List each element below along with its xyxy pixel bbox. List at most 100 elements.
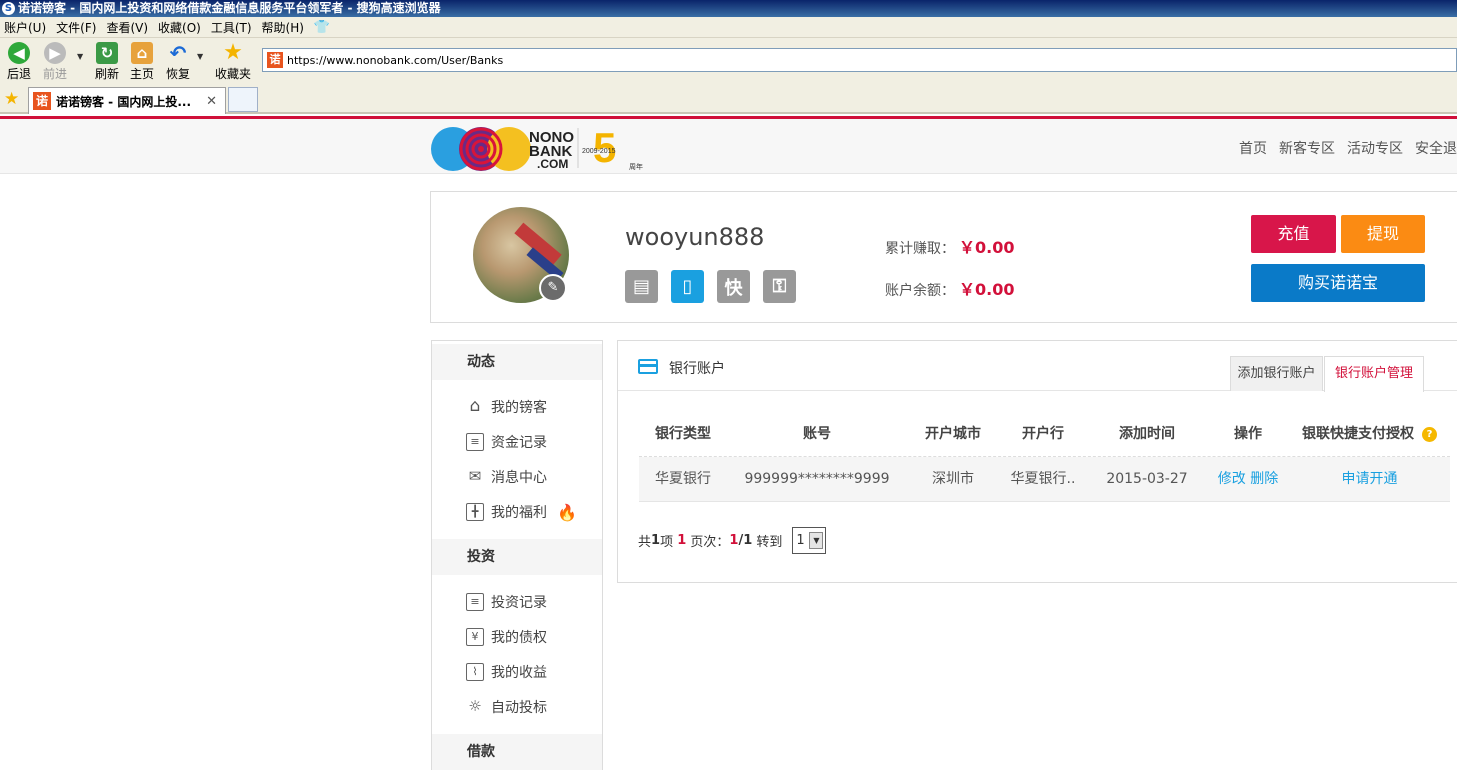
pager-total-pages: 1 (743, 533, 753, 548)
menu-view[interactable]: 查看(V) (106, 19, 148, 36)
yen-tag-icon: ¥ (466, 628, 484, 646)
bank-account-panel: 银行账户 添加银行账户 银行账户管理 银行类型 账号 开户城市 开户行 添加时间… (617, 340, 1457, 583)
home-button[interactable]: ⌂ 主页 (124, 42, 160, 82)
back-button[interactable]: ◀ 后退 (1, 42, 37, 82)
nav-new-users[interactable]: 新客专区 (1279, 138, 1335, 158)
col-unionpay-auth: 银联快捷支付授权? (1289, 421, 1450, 456)
col-account-number: 账号 (803, 426, 831, 442)
pager-current: 1 (677, 533, 687, 548)
sidebar-section-activity: 动态 (432, 344, 602, 380)
site-nav: 首页 新客专区 活动专区 安全退 (1239, 138, 1457, 158)
cell-bank: 华夏银行 (655, 471, 711, 487)
profile-card: ✎ wooyun888 ▤ ▯ 快 ⚿ 累计赚取： ￥0.00 账户余额： ￥0.0… (430, 191, 1457, 323)
buy-nonobao-button[interactable]: 购买诺诺宝 (1251, 264, 1425, 302)
panel-title: 银行账户 (669, 361, 725, 377)
anniversary-suffix: 周年 (629, 162, 643, 171)
undo-icon: ↶ (169, 41, 187, 65)
refresh-icon: ↻ (96, 42, 118, 64)
menu-help[interactable]: 帮助(H) (262, 19, 304, 36)
recharge-button[interactable]: 充值 (1251, 215, 1336, 253)
sidebar-section-invest: 投资 (432, 539, 602, 575)
nav-home[interactable]: 首页 (1239, 138, 1267, 158)
fire-icon: 🔥 (557, 502, 577, 522)
tab-add-bank-account[interactable]: 添加银行账户 (1230, 356, 1323, 391)
nonobank-logo[interactable]: NONO BANK .COM 5 2009-2015 周年 (431, 122, 656, 172)
gift-icon: ╋ (466, 503, 484, 521)
window-title: 诺诺镑客 - 国内网上投资和网络借款金融信息服务平台领军者 - 搜狗高速浏览器 (18, 1, 441, 15)
help-icon[interactable]: ? (1422, 426, 1437, 442)
earned-value: ￥0.00 (959, 238, 1015, 257)
id-card-icon[interactable]: ▤ (625, 270, 658, 303)
sidebar-item-auto-bid[interactable]: ☼ 自动投标 (466, 697, 547, 717)
forward-button[interactable]: ▶ 前进 (37, 42, 73, 82)
tab-bar: ★ 诺 诺诺镑客 - 国内网上投... ✕ (0, 84, 1457, 114)
pager-total: 1 (651, 533, 661, 548)
window-title-bar: S 诺诺镑客 - 国内网上投资和网络借款金融信息服务平台领军者 - 搜狗高速浏览… (0, 0, 1457, 17)
menu-tools[interactable]: 工具(T) (211, 19, 252, 36)
restore-dropdown-icon[interactable]: ▼ (197, 52, 203, 61)
menu-file[interactable]: 文件(F) (56, 19, 96, 36)
new-tab-button[interactable] (228, 87, 258, 112)
sidebar-item-my-earnings[interactable]: ⌇ 我的收益 (466, 662, 547, 682)
sidebar-item-fund-records[interactable]: ≡ 资金记录 (466, 432, 547, 452)
anniversary-years: 2009-2015 (582, 148, 616, 155)
cell-branch: 华夏银行.. (1010, 471, 1076, 487)
favorites-button[interactable]: ★ 收藏夹 (212, 42, 254, 82)
col-branch: 开户行 (1022, 426, 1064, 442)
address-bar[interactable]: 诺 https://www.nonobank.com/User/Banks (262, 48, 1457, 72)
page-select[interactable]: 1 ▼ (792, 527, 827, 554)
logo-com: .COM (537, 157, 568, 171)
sidebar-item-messages[interactable]: ✉ 消息中心 (466, 467, 547, 487)
sidebar-item-benefits[interactable]: ╋ 我的福利 🔥 (466, 502, 577, 522)
restore-button[interactable]: ↶ 恢复 (160, 42, 196, 82)
menu-favorites[interactable]: 收藏(O) (158, 19, 201, 36)
tab-manage-bank-accounts[interactable]: 银行账户管理 (1324, 356, 1424, 392)
withdraw-button[interactable]: 提现 (1341, 215, 1425, 253)
sogou-browser-icon: S (2, 2, 15, 15)
verification-icons: ▤ ▯ 快 ⚿ (625, 270, 809, 303)
sidebar-section-borrow: 借款 (432, 734, 602, 770)
ledger-icon: ≡ (466, 433, 484, 451)
bank-card-icon (638, 359, 658, 374)
document-icon: ≡ (466, 593, 484, 611)
skin-icon[interactable]: 👕 (314, 20, 330, 35)
refresh-button[interactable]: ↻ 刷新 (89, 42, 125, 82)
col-city: 开户城市 (925, 426, 981, 442)
menu-account[interactable]: 账户(U) (4, 19, 46, 36)
address-url[interactable]: https://www.nonobank.com/User/Banks (287, 54, 503, 67)
balance-value: ￥0.00 (959, 280, 1015, 299)
sidebar: 动态 ⌂ 我的镑客 ≡ 资金记录 ✉ 消息中心 ╋ 我的福利 🔥 投资 ≡ 投资记录 ¥ 我… (431, 340, 603, 770)
sidebar-item-my-claims[interactable]: ¥ 我的债权 (466, 627, 547, 647)
cell-date: 2015-03-27 (1106, 471, 1188, 487)
forward-dropdown-icon[interactable]: ▼ (77, 52, 83, 61)
edit-avatar-icon[interactable]: ✎ (539, 274, 567, 302)
earned-label: 累计赚取： (885, 241, 955, 257)
favorite-star-icon[interactable]: ★ (4, 89, 19, 109)
site-favicon: 诺 (267, 52, 283, 68)
forward-arrow-icon: ▶ (44, 42, 66, 64)
tab-title: 诺诺镑客 - 国内网上投... (56, 94, 192, 109)
cell-account: 999999********9999 (744, 471, 890, 487)
nav-logout[interactable]: 安全退 (1415, 138, 1457, 158)
col-added-date: 添加时间 (1119, 426, 1175, 442)
phone-icon[interactable]: ▯ (671, 270, 704, 303)
site-header: NONO BANK .COM 5 2009-2015 周年 首页 新客专区 活动… (0, 119, 1457, 174)
back-arrow-icon: ◀ (8, 42, 30, 64)
sidebar-item-my-account[interactable]: ⌂ 我的镑客 (466, 397, 547, 417)
sidebar-item-invest-records[interactable]: ≡ 投资记录 (466, 592, 547, 612)
delete-link[interactable]: 删除 (1250, 471, 1278, 487)
home-outline-icon: ⌂ (469, 396, 481, 416)
quick-pay-icon[interactable]: 快 (717, 270, 750, 303)
star-icon: ★ (223, 40, 243, 65)
apply-authorize-link[interactable]: 申请开通 (1342, 471, 1398, 487)
home-icon: ⌂ (131, 42, 153, 64)
cell-city: 深圳市 (932, 471, 974, 487)
nav-activities[interactable]: 活动专区 (1347, 138, 1403, 158)
tab-close-icon[interactable]: ✕ (206, 94, 217, 109)
col-bank-type: 银行类型 (655, 426, 711, 442)
pagination: 共1项 1 页次： 1/1 转到 1 ▼ (638, 527, 827, 554)
key-icon[interactable]: ⚿ (763, 270, 796, 303)
edit-link[interactable]: 修改 (1218, 471, 1246, 487)
browser-tab-active[interactable]: 诺 诺诺镑客 - 国内网上投... ✕ (28, 87, 226, 114)
chevron-down-icon: ▼ (809, 532, 824, 549)
